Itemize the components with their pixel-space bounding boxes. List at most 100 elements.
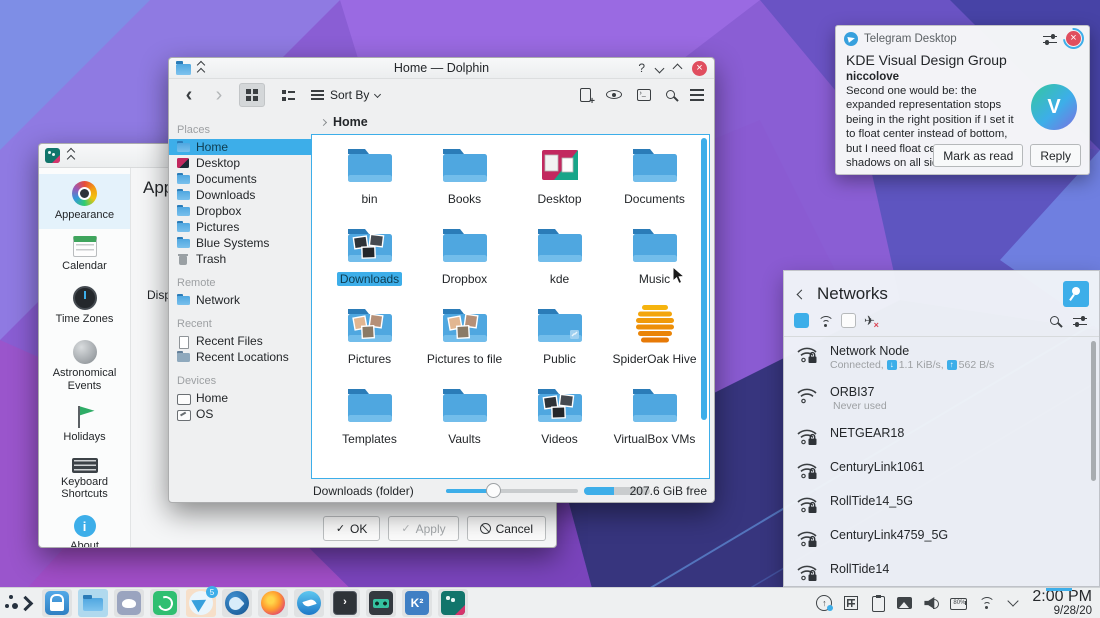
breadcrumb[interactable]: Home bbox=[311, 110, 710, 134]
preview-icon[interactable] bbox=[606, 90, 622, 99]
shade-window-icon[interactable] bbox=[68, 149, 74, 162]
tray-icon[interactable] bbox=[1004, 594, 1022, 612]
zoom-slider[interactable] bbox=[446, 489, 578, 493]
tray-icon[interactable] bbox=[896, 594, 914, 612]
file-item[interactable]: Downloads bbox=[322, 221, 417, 301]
airplane-mode-checkbox[interactable] bbox=[841, 313, 856, 328]
places-entry[interactable]: Pictures bbox=[169, 219, 311, 235]
network-item[interactable]: RollTide14 ↓ ↑ bbox=[784, 554, 1099, 586]
file-item[interactable]: Templates bbox=[322, 381, 417, 461]
breadcrumb-home[interactable]: Home bbox=[333, 115, 368, 129]
taskbar-app[interactable] bbox=[294, 589, 324, 617]
taskbar-app[interactable] bbox=[42, 589, 72, 617]
apply-button[interactable]: ✓ Apply bbox=[388, 516, 458, 541]
taskbar-app[interactable] bbox=[78, 589, 108, 617]
file-item[interactable]: Music bbox=[607, 221, 702, 301]
settings-sidebar-item[interactable]: Time Zones bbox=[39, 279, 130, 333]
slider-knob[interactable] bbox=[486, 483, 501, 498]
places-entry[interactable]: Blue Systems bbox=[169, 235, 311, 251]
help-icon[interactable]: ? bbox=[638, 61, 645, 75]
tray-icon[interactable]: 80% bbox=[950, 594, 968, 612]
taskbar-app[interactable] bbox=[150, 589, 180, 617]
network-item[interactable]: RollTide14_5G ↓ ↑ bbox=[784, 486, 1099, 520]
settings-sidebar-item[interactable]: About bbox=[39, 508, 130, 547]
places-entry[interactable]: Places bbox=[169, 121, 311, 139]
tray-icon[interactable] bbox=[923, 594, 941, 612]
places-entry[interactable]: OS bbox=[169, 406, 311, 422]
taskbar-app[interactable] bbox=[258, 589, 288, 617]
file-item[interactable]: Pictures to file bbox=[417, 301, 512, 381]
places-entry[interactable]: Desktop bbox=[169, 155, 311, 171]
search-icon[interactable] bbox=[1050, 316, 1059, 325]
forward-button[interactable]: › bbox=[209, 83, 229, 107]
file-item[interactable]: Public bbox=[512, 301, 607, 381]
places-entry[interactable]: Downloads bbox=[169, 187, 311, 203]
search-icon[interactable] bbox=[666, 90, 675, 99]
taskbar-app[interactable] bbox=[6, 589, 36, 617]
network-item[interactable]: CenturyLink4759_5G ↓ ↑ bbox=[784, 520, 1099, 554]
places-entry[interactable]: Recent Files bbox=[169, 333, 311, 349]
minimize-icon[interactable] bbox=[655, 63, 665, 73]
tray-icon[interactable] bbox=[869, 594, 887, 612]
settings-sidebar-item[interactable]: Calendar bbox=[39, 229, 130, 280]
notification-close-button[interactable] bbox=[1066, 31, 1081, 46]
notification-settings-icon[interactable] bbox=[1043, 34, 1057, 44]
network-item[interactable]: NETGEAR18 ↓ ↑ bbox=[784, 418, 1099, 452]
file-item[interactable]: Vaults bbox=[417, 381, 512, 461]
shade-window-icon[interactable] bbox=[198, 62, 204, 75]
network-item[interactable]: Network Node Connected, ↓1.1 KiB/s, ↑562… bbox=[784, 336, 1099, 377]
settings-sidebar-item[interactable]: Astronomical Events bbox=[39, 333, 130, 399]
icons-view-button[interactable] bbox=[239, 83, 265, 107]
details-view-button[interactable] bbox=[275, 83, 301, 107]
file-item[interactable]: Documents bbox=[607, 141, 702, 221]
new-document-icon[interactable] bbox=[580, 88, 591, 102]
taskbar-app[interactable] bbox=[366, 589, 396, 617]
sort-by-button[interactable]: Sort By bbox=[311, 88, 380, 102]
maximize-icon[interactable] bbox=[673, 63, 683, 73]
file-item[interactable]: Pictures bbox=[322, 301, 417, 381]
taskbar-app[interactable] bbox=[330, 589, 360, 617]
places-entry[interactable]: Home bbox=[169, 139, 311, 155]
places-entry[interactable]: Recent Locations bbox=[169, 349, 311, 365]
file-item[interactable]: VirtualBox VMs bbox=[607, 381, 702, 461]
file-item[interactable]: Desktop bbox=[512, 141, 607, 221]
scrollbar[interactable] bbox=[701, 138, 707, 420]
taskbar-app[interactable] bbox=[114, 589, 144, 617]
tray-icon[interactable] bbox=[842, 594, 860, 612]
dolphin-titlebar[interactable]: Home — Dolphin ? bbox=[169, 58, 714, 79]
file-item[interactable]: Books bbox=[417, 141, 512, 221]
network-settings-icon[interactable] bbox=[1073, 316, 1087, 326]
close-icon[interactable] bbox=[692, 61, 707, 76]
folder-view[interactable]: bin bbox=[311, 134, 710, 479]
network-item[interactable]: ORBI37 ↓ ↑ Never used bbox=[784, 377, 1099, 418]
tray-icon[interactable] bbox=[815, 594, 833, 612]
file-item[interactable]: kde bbox=[512, 221, 607, 301]
back-icon[interactable] bbox=[797, 289, 807, 299]
scrollbar[interactable] bbox=[1091, 341, 1096, 481]
taskbar-app[interactable]: 5 bbox=[186, 589, 216, 617]
taskbar-app[interactable] bbox=[222, 589, 252, 617]
terminal-icon[interactable] bbox=[637, 89, 651, 101]
hamburger-icon[interactable] bbox=[690, 89, 704, 91]
file-item[interactable] bbox=[322, 461, 417, 479]
places-entry[interactable]: Trash bbox=[169, 251, 311, 267]
settings-sidebar-item[interactable]: Keyboard Shortcuts bbox=[39, 451, 130, 508]
file-item[interactable]: SpiderOak Hive bbox=[607, 301, 702, 381]
digital-clock[interactable]: 2:00 PM 9/28/20 bbox=[1028, 589, 1100, 618]
settings-sidebar-item[interactable]: Holidays bbox=[39, 399, 130, 451]
network-item[interactable]: CenturyLink1061 ↓ ↑ bbox=[784, 452, 1099, 486]
taskbar-app[interactable] bbox=[438, 589, 468, 617]
places-entry[interactable]: Network bbox=[169, 292, 311, 308]
reply-button[interactable]: Reply bbox=[1030, 144, 1081, 167]
mark-as-read-button[interactable]: Mark as read bbox=[933, 144, 1023, 167]
ok-button[interactable]: ✓ OK bbox=[323, 516, 381, 541]
places-entry[interactable]: Home bbox=[169, 390, 311, 406]
file-item[interactable] bbox=[417, 461, 512, 479]
places-entry[interactable]: Recent bbox=[169, 315, 311, 333]
pin-button[interactable] bbox=[1063, 281, 1089, 307]
file-item[interactable]: Videos bbox=[512, 381, 607, 461]
places-entry[interactable]: Remote bbox=[169, 274, 311, 292]
places-entry[interactable]: Dropbox bbox=[169, 203, 311, 219]
tray-icon[interactable] bbox=[977, 594, 995, 612]
wifi-enabled-checkbox[interactable] bbox=[794, 313, 809, 328]
